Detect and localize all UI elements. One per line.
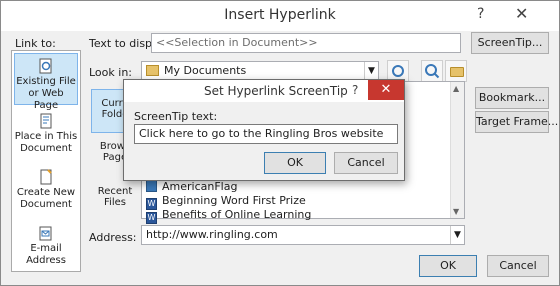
folder-icon	[146, 65, 159, 76]
word-document-icon: W	[146, 212, 157, 224]
title-bar: Insert Hyperlink ? ✕	[1, 1, 559, 31]
file-name: Beginning Word First Prize	[162, 194, 306, 207]
chevron-down-icon[interactable]: ▼	[450, 226, 464, 244]
insert-hyperlink-dialog: Insert Hyperlink ? ✕ Link to: Existing F…	[0, 0, 560, 286]
subnav-recent-files-1: Recent	[97, 186, 133, 197]
link-to-create-new-document[interactable]: Create New Document	[14, 169, 78, 211]
target-frame-button[interactable]: Target Frame...	[475, 111, 558, 133]
close-icon[interactable]: ✕	[515, 4, 528, 23]
text-to-display-input[interactable]: <<Selection in Document>>	[151, 33, 461, 53]
look-in-value: My Documents	[164, 64, 247, 77]
look-in-label: Look in:	[89, 66, 132, 79]
link-to-label-place-1: Place in This	[14, 131, 78, 142]
screentip-title-bar: Set Hyperlink ScreenTip ? ✕	[124, 80, 404, 102]
browse-file-button[interactable]	[421, 60, 443, 82]
file-list-scrollbar[interactable]: ▲ ▼	[450, 82, 464, 218]
link-to-panel: Existing File or Web Page Place in This …	[11, 50, 81, 272]
address-input[interactable]: http://www.ringling.com ▼	[141, 225, 465, 245]
bookmark-button[interactable]: Bookmark...	[475, 87, 549, 109]
list-item[interactable]: W Beginning Word First Prize	[146, 194, 306, 210]
link-to-email-address[interactable]: E-mail Address	[14, 225, 78, 267]
web-page-icon	[38, 58, 54, 74]
link-to-label-existing-1: Existing File	[16, 76, 76, 87]
screentip-dialog-title: Set Hyperlink ScreenTip	[204, 84, 348, 98]
open-folder-icon	[450, 67, 464, 77]
image-file-icon	[146, 180, 157, 192]
help-icon[interactable]: ?	[352, 83, 358, 97]
ok-button[interactable]: OK	[419, 255, 477, 277]
link-to-label: Link to:	[15, 37, 56, 50]
link-to-label-create-2: Document	[20, 199, 72, 210]
screentip-button[interactable]: ScreenTip...	[471, 32, 549, 54]
subnav-recent-files[interactable]: Recent Files	[91, 186, 139, 208]
link-to-label-create-1: Create New	[16, 187, 76, 198]
screentip-cancel-button[interactable]: Cancel	[334, 152, 398, 174]
open-folder-button[interactable]	[445, 60, 467, 82]
link-to-label-existing-2: or Web Page	[28, 88, 64, 111]
dialog-title: Insert Hyperlink	[224, 7, 336, 23]
globe-icon	[392, 65, 404, 77]
email-icon	[38, 225, 54, 241]
chevron-down-icon[interactable]: ▼	[364, 62, 378, 80]
new-document-icon	[38, 169, 54, 185]
screentip-text-label: ScreenTip text:	[134, 110, 218, 123]
scroll-down-icon[interactable]: ▼	[453, 207, 459, 216]
link-to-label-email-2: Address	[26, 255, 66, 266]
address-value: http://www.ringling.com	[146, 228, 278, 241]
search-icon	[425, 64, 440, 79]
file-name: AmericanFlag	[162, 180, 238, 193]
scroll-up-icon[interactable]: ▲	[453, 84, 459, 93]
screentip-text-input[interactable]: Click here to go to the Ringling Bros we…	[134, 124, 398, 144]
screentip-ok-button[interactable]: OK	[264, 152, 326, 174]
list-item[interactable]: AmericanFlag	[146, 180, 237, 194]
subnav-recent-files-2: Files	[104, 197, 126, 208]
help-icon[interactable]: ?	[477, 6, 484, 22]
link-to-place-in-document[interactable]: Place in This Document	[14, 113, 78, 155]
list-item[interactable]: W Benefits of Online Learning	[146, 208, 312, 224]
cancel-button[interactable]: Cancel	[487, 255, 549, 277]
look-in-dropdown[interactable]: My Documents ▼	[141, 61, 379, 81]
link-to-label-place-2: Document	[20, 143, 72, 154]
link-to-label-email-1: E-mail	[30, 243, 62, 254]
file-name: Benefits of Online Learning	[162, 208, 312, 221]
link-to-existing-file[interactable]: Existing File or Web Page	[14, 53, 78, 111]
screentip-dialog: Set Hyperlink ScreenTip ? ✕ ScreenTip te…	[123, 79, 405, 181]
close-icon[interactable]: ✕	[368, 80, 404, 100]
address-label: Address:	[89, 231, 137, 244]
place-in-document-icon	[38, 113, 54, 129]
